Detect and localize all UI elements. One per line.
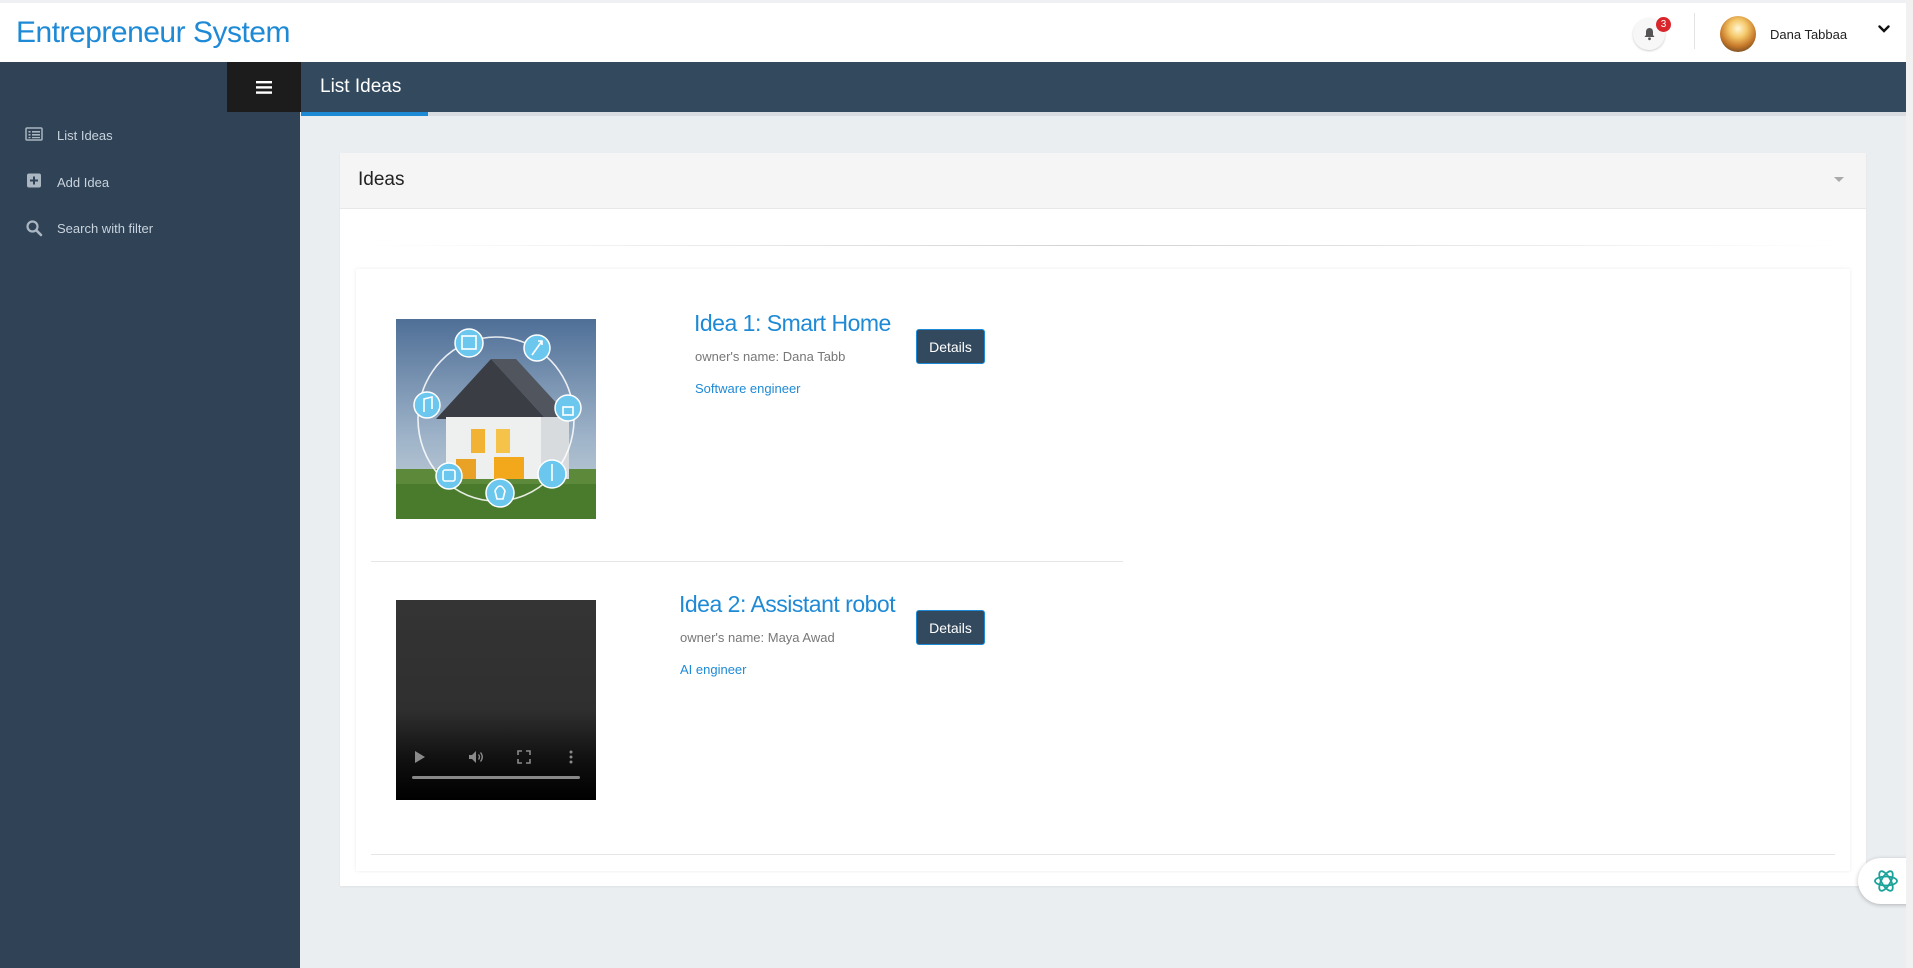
hamburger-icon bbox=[256, 80, 272, 94]
ideas-list: Idea 1: Smart Home owner's name: Dana Ta… bbox=[356, 269, 1850, 871]
sidebar-item-add-idea[interactable]: Add Idea bbox=[0, 164, 300, 200]
assistant-icon bbox=[1873, 870, 1898, 892]
volume-icon[interactable] bbox=[468, 750, 484, 764]
row-divider bbox=[371, 854, 1835, 855]
details-button[interactable]: Details bbox=[916, 329, 985, 364]
more-options-icon[interactable] bbox=[569, 750, 573, 764]
scrollbar[interactable] bbox=[1906, 0, 1913, 968]
idea-title-link[interactable]: Idea 2: Assistant robot bbox=[679, 591, 896, 618]
sidebar-item-label: List Ideas bbox=[57, 127, 113, 143]
avatar bbox=[1720, 16, 1756, 52]
sidebar-item-search-with-filter[interactable]: Search with filter bbox=[0, 210, 300, 246]
header-divider bbox=[301, 112, 1906, 116]
brand-title[interactable]: Entrepreneur System bbox=[16, 16, 290, 50]
smart-home-illustration bbox=[396, 319, 596, 519]
ideas-panel: Ideas Idea 1: Smart Home owner's name: D… bbox=[340, 153, 1866, 886]
fullscreen-icon[interactable] bbox=[517, 750, 531, 764]
user-menu[interactable]: Dana Tabbaa bbox=[1720, 16, 1847, 52]
idea-owner: owner's name: Maya Awad bbox=[680, 630, 835, 645]
assistant-launcher-button[interactable] bbox=[1858, 858, 1913, 904]
search-icon bbox=[26, 220, 43, 237]
idea-image-smart-home[interactable] bbox=[396, 319, 596, 519]
page-title: List Ideas bbox=[320, 76, 402, 97]
topbar-divider bbox=[1694, 13, 1695, 49]
panel-title: Ideas bbox=[358, 169, 405, 190]
idea-video-player[interactable] bbox=[396, 600, 596, 800]
bell-icon bbox=[1644, 28, 1654, 41]
panel-header: Ideas bbox=[340, 153, 1866, 209]
row-divider bbox=[371, 561, 1123, 562]
idea-title-link[interactable]: Idea 1: Smart Home bbox=[694, 310, 891, 337]
idea-owner-role[interactable]: Software engineer bbox=[695, 381, 801, 396]
top-bar: Entrepreneur System bbox=[0, 0, 1906, 62]
details-button[interactable]: Details bbox=[916, 610, 985, 645]
page-header: List Ideas bbox=[301, 62, 1906, 112]
play-icon[interactable] bbox=[414, 750, 426, 764]
plus-square-icon bbox=[27, 173, 41, 188]
video-progress-bar[interactable] bbox=[412, 776, 580, 779]
idea-owner: owner's name: Dana Tabb bbox=[695, 349, 846, 364]
active-tab-indicator bbox=[301, 112, 428, 116]
user-name: Dana Tabbaa bbox=[1770, 26, 1848, 42]
list-icon bbox=[25, 127, 43, 141]
sidebar-item-label: Search with filter bbox=[57, 220, 154, 236]
sidebar-item-list-ideas[interactable]: List Ideas bbox=[0, 117, 300, 153]
collapse-caret-icon[interactable] bbox=[1834, 177, 1844, 182]
idea-owner-role[interactable]: AI engineer bbox=[680, 662, 747, 677]
sidebar-item-label: Add Idea bbox=[57, 174, 110, 190]
divider bbox=[370, 245, 1836, 246]
chevron-down-icon[interactable] bbox=[1878, 24, 1890, 34]
sidebar-toggle-button[interactable] bbox=[227, 62, 301, 112]
notification-badge: 3 bbox=[1656, 17, 1671, 32]
